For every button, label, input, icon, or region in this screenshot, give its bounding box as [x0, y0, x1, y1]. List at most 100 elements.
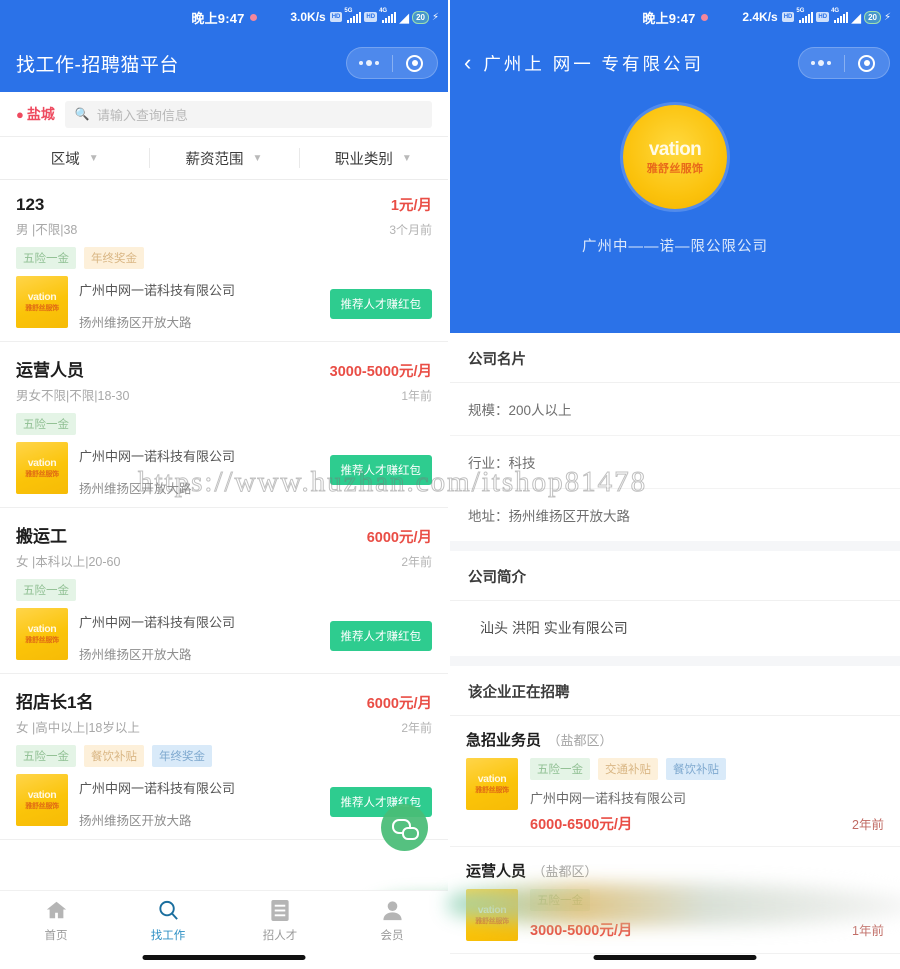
search-icon [157, 897, 180, 923]
logo-en-text: vation [477, 904, 507, 917]
filter-category[interactable]: 职业类别 ▼ [298, 137, 448, 179]
filter-region-label: 区域 [50, 151, 80, 168]
app-bar-left: 找工作-招聘猫平台 [0, 34, 448, 92]
bottom-tab-bar: 首页 找工作 招人才 会员 [0, 890, 448, 969]
chat-floating-button[interactable] [381, 804, 428, 851]
status-bar-left: 晚上9:47 3.0K/s HD 5G HD 4G ◢ 20 ⚡ [0, 0, 448, 34]
close-miniprogram-button[interactable] [845, 54, 890, 72]
company-name: 广州中网一诺科技有限公司 [79, 615, 236, 630]
hiring-job-card[interactable]: 急招业务员 （盐都区） vation 雅舒丝服饰 五险一金 交通补贴 餐饮补贴 [450, 716, 900, 847]
wifi-icon: ◢ [399, 9, 410, 25]
job-tag: 餐饮补贴 [84, 745, 144, 767]
company-logo: vation 雅舒丝服饰 [16, 442, 68, 494]
city-selector[interactable]: ● 盐城 [16, 104, 55, 124]
signal-bars-sim2-icon: 4G [379, 8, 397, 23]
filter-category-label: 职业类别 [334, 151, 393, 168]
chevron-down-icon: ▼ [401, 152, 412, 164]
company-address: 扬州维扬区开放大路 [79, 814, 192, 828]
chevron-down-icon: ▼ [88, 152, 99, 164]
job-card[interactable]: 123 1元/月 男 |不限|38 3个月前 五险一金 年终奖金 vation … [0, 180, 448, 342]
recommend-talent-button[interactable]: 推荐人才赚红包 [329, 620, 432, 651]
back-icon[interactable]: ‹ [464, 52, 471, 74]
job-tag: 五险一金 [16, 247, 76, 269]
company-logo: vation 雅舒丝服饰 [16, 608, 68, 660]
hiring-job-card[interactable]: 运营人员 （盐都区） vation 雅舒丝服饰 五险一金 3000-5000元/… [450, 847, 900, 954]
more-menu-button[interactable] [799, 60, 844, 66]
company-card-section: 公司名片 规模：200人以上 行业：科技 地址：扬州维扬区开放大路 [450, 333, 900, 541]
hiring-job-area: （盐都区） [532, 864, 598, 879]
tab-member[interactable]: 会员 [336, 897, 448, 943]
target-ring-icon [858, 54, 876, 72]
hiring-job-title: 急招业务员 [466, 732, 542, 749]
network-speed: 2.4K/s [742, 10, 778, 24]
job-salary: 3000-5000元/月 [329, 364, 432, 380]
hd-badge-icon: HD [329, 12, 343, 22]
search-input[interactable]: 🔍 请输入查询信息 [64, 100, 432, 128]
job-title: 123 [16, 195, 45, 214]
more-menu-button[interactable] [347, 60, 392, 66]
close-miniprogram-button[interactable] [393, 54, 438, 72]
list-icon [270, 897, 290, 923]
status-time: 晚上9:47 [642, 10, 696, 26]
hd-badge-2-icon: HD [816, 12, 830, 22]
job-card[interactable]: 运营人员 3000-5000元/月 男女不限|不限|18-30 1年前 五险一金… [0, 342, 448, 508]
company-intro-section: 公司简介 汕头 洪阳 实业有限公司 [450, 551, 900, 656]
company-logo: vation 雅舒丝服饰 [16, 276, 68, 328]
status-dot-icon [249, 13, 257, 21]
status-dot-icon [700, 13, 708, 21]
miniprogram-capsule[interactable] [346, 47, 438, 79]
miniprogram-capsule[interactable] [798, 47, 890, 79]
logo-en-text: vation [27, 457, 57, 470]
logo-cn-text: 雅舒丝服饰 [25, 470, 59, 478]
filter-region[interactable]: 区域 ▼ [0, 137, 149, 179]
tab-home[interactable]: 首页 [0, 897, 112, 943]
signal-bars-sim2-icon: 4G [831, 8, 849, 23]
job-card[interactable]: 招店长1名 6000元/月 女 |高中以上|18岁以上 2年前 五险一金 餐饮补… [0, 674, 448, 840]
company-industry-row: 行业：科技 [450, 436, 900, 489]
section-divider [450, 656, 900, 666]
logo-cn-text: 雅舒丝服饰 [25, 304, 59, 312]
logo-en-text: vation [27, 291, 57, 304]
hiring-job-area: （盐都区） [547, 733, 613, 748]
company-address: 扬州维扬区开放大路 [79, 648, 192, 662]
job-list: 123 1元/月 男 |不限|38 3个月前 五险一金 年终奖金 vation … [0, 180, 448, 840]
company-intro-text: 汕头 洪阳 实业有限公司 [480, 620, 628, 636]
job-tag: 年终奖金 [152, 745, 212, 767]
filter-salary[interactable]: 薪资范围 ▼ [149, 137, 298, 179]
logo-cn-text: 雅舒丝服饰 [25, 636, 59, 644]
job-tags: 五险一金 餐饮补贴 年终奖金 [16, 745, 432, 767]
search-placeholder: 请输入查询信息 [96, 107, 188, 123]
hiring-section: 该企业正在招聘 急招业务员 （盐都区） vation 雅舒丝服饰 五险一金 交通… [450, 666, 900, 960]
company-logo: vation 雅舒丝服饰 [466, 758, 518, 810]
company-logo: vation 雅舒丝服饰 [466, 889, 518, 941]
company-name: 广州中网一诺科技有限公司 [79, 781, 236, 796]
wifi-icon: ◢ [851, 9, 862, 25]
target-ring-icon [406, 54, 424, 72]
logo-cn-text: 雅舒丝服饰 [646, 162, 704, 175]
logo-en-text: vation [27, 623, 57, 636]
job-tag: 交通补贴 [598, 758, 658, 780]
job-card[interactable]: 搬运工 6000元/月 女 |本科以上|20-60 2年前 五险一金 vatio… [0, 508, 448, 674]
job-salary: 6000元/月 [366, 530, 432, 546]
job-tag: 五险一金 [530, 889, 590, 911]
tab-find-job[interactable]: 找工作 [112, 897, 224, 943]
recommend-talent-button[interactable]: 推荐人才赚红包 [329, 454, 432, 485]
logo-cn-text: 雅舒丝服饰 [475, 917, 509, 925]
recommend-talent-button[interactable]: 推荐人才赚红包 [329, 288, 432, 319]
chevron-down-icon: ▼ [252, 152, 263, 164]
hiring-job-salary: 3000-5000元/月 [530, 923, 633, 939]
company-logo-large: vation 雅舒丝服饰 [623, 105, 727, 209]
home-icon [45, 897, 68, 923]
company-hero: vation 雅舒丝服饰 广州中——诺—限公限公司 [450, 92, 900, 333]
home-indicator [593, 955, 757, 960]
dual-screenshot-panel: 晚上9:47 3.0K/s HD 5G HD 4G ◢ 20 ⚡ 找工作-招聘猫… [0, 0, 900, 969]
city-label: 盐城 [26, 106, 55, 122]
job-requirements: 男女不限|不限|18-30 [16, 389, 130, 403]
signal-bars-sim1-icon: 5G [796, 8, 814, 23]
hiring-job-tags: 五险一金 [530, 889, 884, 911]
tab-recruit[interactable]: 招人才 [224, 897, 336, 943]
tab-recruit-label: 招人才 [262, 930, 298, 942]
job-salary: 6000元/月 [366, 696, 432, 712]
hiring-job-company: 广州中网一诺科技有限公司 [530, 791, 687, 806]
job-requirements: 男 |不限|38 [16, 223, 78, 237]
